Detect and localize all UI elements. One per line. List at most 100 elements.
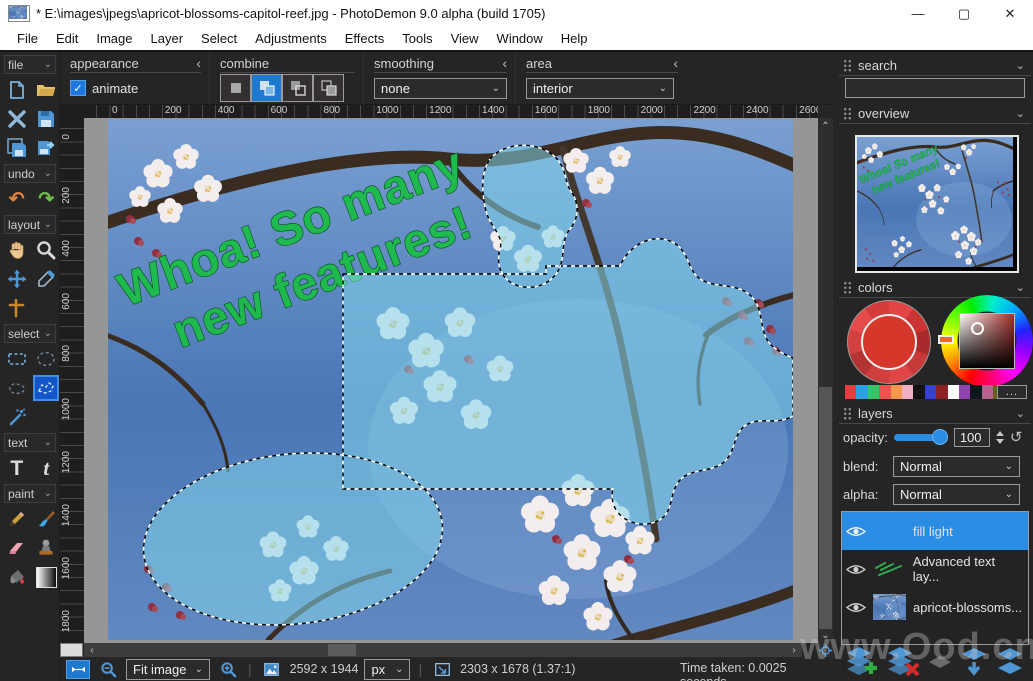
overview-thumbnail[interactable]	[855, 135, 1019, 273]
alpha-mode-dropdown[interactable]: Normal ⌄	[893, 483, 1020, 505]
scroll-left-arrow[interactable]: ‹	[86, 643, 98, 657]
hue-indicator[interactable]	[938, 335, 954, 344]
combine-replace-button[interactable]	[220, 74, 251, 102]
delete-layer-button[interactable]	[886, 646, 920, 681]
vertical-scroll-thumb[interactable]	[819, 387, 832, 629]
panel-drag-handle[interactable]	[843, 280, 852, 294]
undo-button[interactable]: ↶	[4, 186, 30, 212]
scroll-up-arrow[interactable]: ⌃	[818, 120, 833, 132]
menu-item-adjustments[interactable]: Adjustments	[246, 28, 336, 49]
layer-order-button[interactable]	[995, 647, 1025, 681]
polygon-select-tool[interactable]	[33, 375, 59, 401]
text-tools-dropdown[interactable]: text ⌄	[4, 433, 56, 452]
color-swatch[interactable]	[867, 385, 880, 399]
color-swatch[interactable]	[981, 385, 994, 399]
horizontal-scrollbar[interactable]: ‹ ›	[84, 643, 802, 657]
units-dropdown[interactable]: px ⌄	[364, 658, 411, 680]
menu-item-window[interactable]: Window	[488, 28, 552, 49]
magic-wand-tool[interactable]	[4, 404, 30, 430]
animate-checkbox[interactable]: ✓	[70, 80, 86, 96]
layout-tools-dropdown[interactable]: layout ⌄	[4, 215, 56, 234]
undo-tools-dropdown[interactable]: undo ⌄	[4, 164, 56, 183]
new-image-button[interactable]	[4, 77, 30, 103]
menu-item-file[interactable]: File	[8, 28, 47, 49]
menu-item-tools[interactable]: Tools	[393, 28, 441, 49]
open-image-button[interactable]	[34, 77, 60, 103]
paint-tools-dropdown[interactable]: paint ⌄	[4, 484, 56, 503]
panel-drag-handle[interactable]	[843, 106, 852, 120]
redo-button[interactable]: ↷	[34, 186, 60, 212]
collapse-section-icon[interactable]: ‹	[643, 55, 678, 71]
clone-stamp-tool[interactable]	[34, 535, 60, 561]
scroll-down-arrow[interactable]: ⌄	[818, 629, 833, 641]
basic-text-tool[interactable]: T	[4, 455, 30, 481]
image-canvas[interactable]: Whoa! So many new features!	[108, 119, 793, 640]
canvas-navigator-button[interactable]	[818, 643, 833, 657]
opacity-value-box[interactable]: 100	[953, 427, 990, 447]
combine-subtract-button[interactable]	[282, 74, 313, 102]
ellipse-select-tool[interactable]	[34, 346, 60, 372]
move-tool[interactable]	[4, 266, 30, 292]
zoom-in-button[interactable]	[216, 660, 240, 679]
current-color-swatch[interactable]	[861, 314, 917, 370]
combine-add-button[interactable]	[251, 74, 282, 102]
search-input[interactable]	[845, 78, 1025, 98]
ruler-units-box[interactable]	[60, 643, 83, 657]
saturation-indicator[interactable]	[971, 322, 984, 335]
layer-row-fill-light[interactable]: fill light	[842, 512, 1028, 550]
color-swatch[interactable]	[845, 385, 857, 399]
more-colors-button[interactable]: ...	[997, 385, 1027, 399]
layer-visibility-eye-icon[interactable]	[846, 525, 866, 538]
blend-mode-dropdown[interactable]: Normal ⌄	[893, 455, 1020, 477]
menu-item-help[interactable]: Help	[552, 28, 597, 49]
merge-layer-button[interactable]	[927, 650, 953, 679]
area-dropdown[interactable]: interior ⌄	[526, 77, 674, 99]
gradient-tool[interactable]	[34, 564, 60, 590]
color-swatch[interactable]	[936, 385, 948, 399]
crop-tool[interactable]	[4, 295, 30, 321]
color-swatch[interactable]	[890, 385, 902, 399]
close-button[interactable]: ✕	[987, 0, 1033, 27]
layer-row-advanced-text[interactable]: Advanced text lay...	[842, 550, 1028, 588]
rectangle-select-tool[interactable]	[4, 346, 30, 372]
layer-visibility-eye-icon[interactable]	[846, 601, 866, 614]
minimize-button[interactable]: —	[895, 0, 941, 27]
lasso-select-tool[interactable]	[4, 375, 29, 401]
color-harmony-wheel[interactable]	[847, 300, 931, 384]
add-layer-button[interactable]	[845, 646, 879, 681]
select-tools-dropdown[interactable]: select ⌄	[4, 324, 56, 343]
opacity-spinner[interactable]	[995, 430, 1004, 444]
fit-canvas-button[interactable]	[66, 659, 90, 679]
color-swatch[interactable]	[970, 385, 982, 399]
hand-pan-tool[interactable]	[4, 237, 30, 263]
menu-item-edit[interactable]: Edit	[47, 28, 87, 49]
fill-bucket-tool[interactable]	[4, 564, 30, 590]
maximize-button[interactable]: ▢	[941, 0, 987, 27]
pencil-tool[interactable]	[4, 506, 30, 532]
zoom-preset-dropdown[interactable]: Fit image ⌄	[126, 658, 210, 680]
close-image-button[interactable]	[4, 106, 30, 132]
menu-item-effects[interactable]: Effects	[336, 28, 394, 49]
scroll-right-arrow[interactable]: ›	[788, 643, 800, 657]
collapse-section-icon[interactable]: ‹	[166, 55, 201, 71]
save-copy-button[interactable]	[4, 135, 30, 161]
layer-row-apricot-blossoms[interactable]: apricot-blossoms...	[842, 588, 1028, 626]
menu-item-select[interactable]: Select	[192, 28, 246, 49]
color-swatch[interactable]	[947, 385, 959, 399]
layer-visibility-eye-icon[interactable]	[846, 563, 866, 576]
color-swatch[interactable]	[924, 385, 937, 399]
menu-item-layer[interactable]: Layer	[142, 28, 193, 49]
menu-item-view[interactable]: View	[442, 28, 488, 49]
file-tools-dropdown[interactable]: file ⌄	[4, 55, 56, 74]
image-viewport[interactable]: Whoa! So many new features!	[84, 118, 818, 643]
combine-intersect-button[interactable]	[313, 74, 344, 102]
color-picker-tool[interactable]	[34, 266, 60, 292]
move-layer-down-button[interactable]	[960, 647, 988, 681]
opacity-slider[interactable]	[893, 428, 948, 445]
vertical-scrollbar[interactable]: ⌃ ⌄	[818, 118, 833, 643]
zoom-tool[interactable]	[34, 237, 60, 263]
export-image-button[interactable]	[34, 135, 60, 161]
paintbrush-tool[interactable]	[34, 506, 60, 532]
menu-item-image[interactable]: Image	[87, 28, 141, 49]
color-swatch[interactable]	[879, 385, 891, 399]
